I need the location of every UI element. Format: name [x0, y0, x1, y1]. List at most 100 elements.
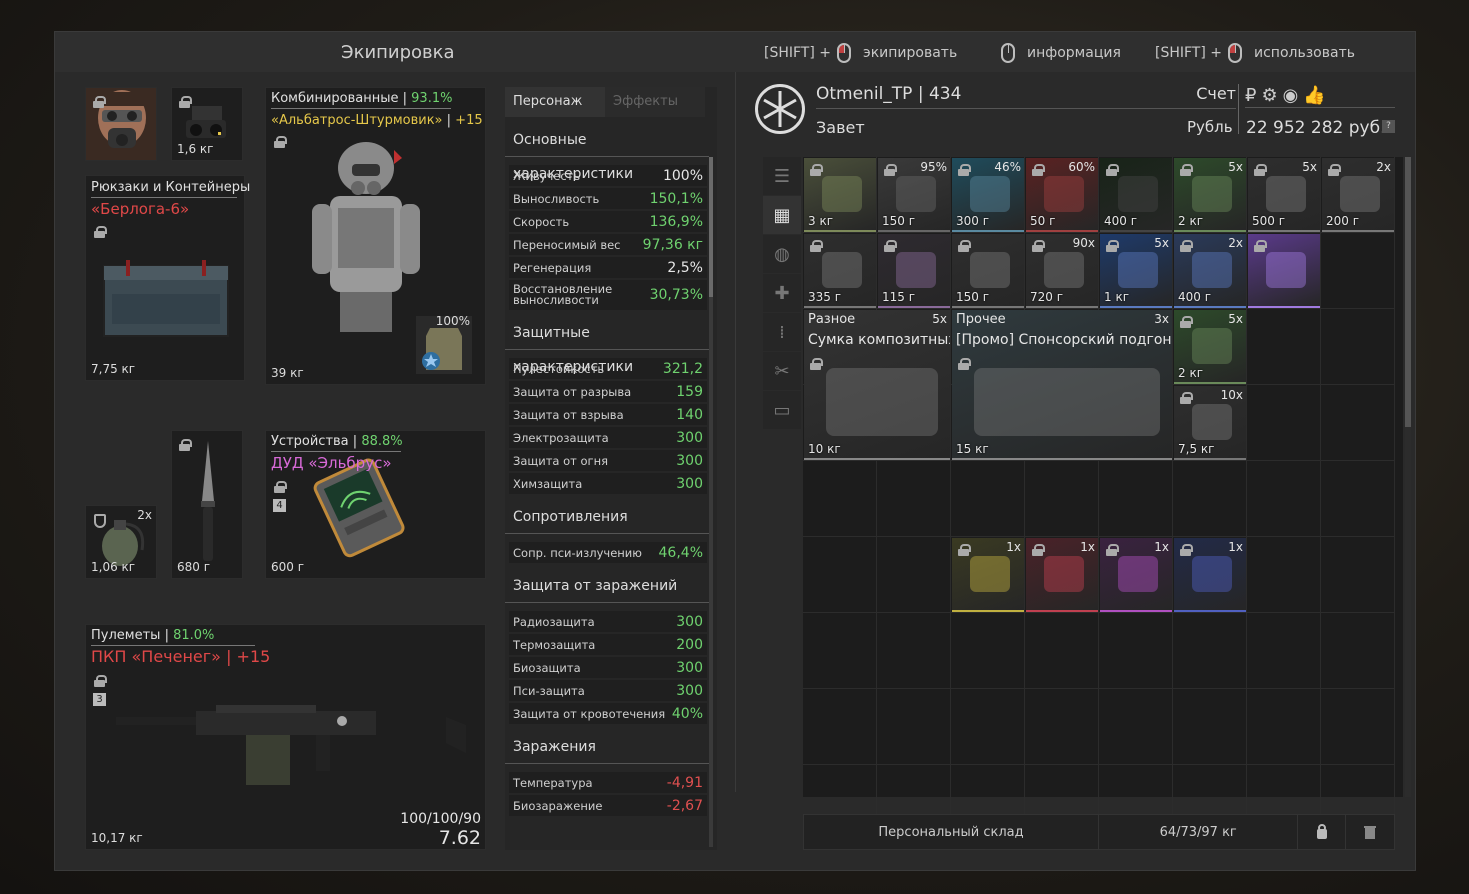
armor-slot[interactable]: Комбинированные | 93.1% «Альбатрос-Штурм…: [265, 87, 486, 385]
grid-cell[interactable]: [877, 537, 951, 613]
inventory-item[interactable]: [1248, 234, 1320, 308]
armor-plate-slot[interactable]: 100%: [416, 314, 472, 374]
grid-cell[interactable]: [951, 689, 1025, 765]
grid-cell[interactable]: [1247, 385, 1321, 461]
inventory-item[interactable]: 115 г: [878, 234, 950, 308]
grid-cell[interactable]: [1173, 461, 1247, 537]
helmet-slot[interactable]: [85, 87, 157, 161]
grid-cell[interactable]: [1247, 537, 1321, 613]
inventory-item[interactable]: 2x 200 г: [1322, 158, 1394, 232]
grid-cell[interactable]: [1321, 613, 1395, 689]
device-slot[interactable]: Устройства | 88.8% ДУД «Эльбрус» 4 600 г: [265, 430, 486, 579]
inventory-item[interactable]: 1x: [1174, 538, 1246, 612]
inventory-item[interactable]: 335 г: [804, 234, 876, 308]
inventory-item[interactable]: 1x: [1100, 538, 1172, 612]
hint-use: [SHIFT] + использовать: [1155, 43, 1355, 63]
tools-icon[interactable]: ✂: [763, 352, 801, 390]
medkit-icon[interactable]: ✚: [763, 274, 801, 312]
inventory-item[interactable]: 90x 720 г: [1026, 234, 1098, 308]
grid-cell[interactable]: [1173, 689, 1247, 765]
weapon-slot[interactable]: Пулеметы | 81.0% ПКП «Печенег» | +15 3 1…: [85, 624, 486, 850]
artifact-icon[interactable]: ◍: [763, 235, 801, 273]
stat-label: Радиозащита: [513, 614, 595, 629]
stat-value: 97,36 кг: [642, 236, 703, 253]
grid-cell[interactable]: [1247, 613, 1321, 689]
tab-effects[interactable]: Эффекты: [605, 87, 705, 117]
inventory-item[interactable]: 400 г: [1100, 158, 1172, 232]
inventory-item[interactable]: 5x 500 г: [1248, 158, 1320, 232]
sort-icon[interactable]: ☰: [763, 157, 801, 195]
coin-icon[interactable]: ◉: [1283, 85, 1299, 106]
grid-cell[interactable]: [1099, 613, 1173, 689]
lock-icon: [1032, 164, 1045, 176]
stat-label: Биозаражение: [513, 798, 603, 813]
grid-cell[interactable]: [803, 461, 877, 537]
inventory-item[interactable]: Разное Сумка композитных 5x 10 кг: [804, 310, 950, 460]
grid-cell[interactable]: [951, 461, 1025, 537]
inventory-scrollbar[interactable]: [1405, 157, 1411, 797]
inventory-item[interactable]: 5x 2 кг: [1174, 158, 1246, 232]
grid-cell[interactable]: [1099, 461, 1173, 537]
grid-cell[interactable]: [951, 613, 1025, 689]
personal-storage-button[interactable]: Персональный склад: [804, 815, 1099, 849]
grid-cell[interactable]: [1099, 689, 1173, 765]
grid-cell[interactable]: [1321, 461, 1395, 537]
lock-icon: [884, 164, 897, 176]
inventory-item[interactable]: 2x 400 г: [1174, 234, 1246, 308]
ammo-icon[interactable]: ⁞: [763, 313, 801, 351]
grid-cell[interactable]: [1173, 613, 1247, 689]
inventory-item[interactable]: 5x 1 кг: [1100, 234, 1172, 308]
lock-icon: [1106, 544, 1119, 556]
grid-cell[interactable]: [803, 537, 877, 613]
inventory-item[interactable]: 46% 300 г: [952, 158, 1024, 232]
inventory-item[interactable]: 1x: [952, 538, 1024, 612]
inventory-item[interactable]: 5x 2 кг: [1174, 310, 1246, 384]
inventory-item[interactable]: 150 г: [952, 234, 1024, 308]
grid-all-icon[interactable]: ▦: [763, 196, 801, 234]
grid-cell[interactable]: [1321, 537, 1395, 613]
grid-cell[interactable]: [1247, 309, 1321, 385]
grid-cell[interactable]: [877, 613, 951, 689]
stat-value: 300: [676, 682, 703, 699]
inventory-item[interactable]: Прочее [Промо] Спонсорский подгон 3x 15 кг: [952, 310, 1172, 460]
grid-cell[interactable]: [1247, 689, 1321, 765]
mouse-left-icon: [837, 43, 852, 63]
trash-icon[interactable]: [1346, 815, 1394, 849]
inventory-item[interactable]: 60% 50 г: [1026, 158, 1098, 232]
inventory-item[interactable]: 1x: [1026, 538, 1098, 612]
inventory-item[interactable]: 10x 7,5 кг: [1174, 386, 1246, 460]
hint-shift: [SHIFT] +: [764, 45, 832, 61]
armor-header: Комбинированные | 93.1%: [271, 91, 452, 109]
item-count: 2x: [1376, 160, 1391, 174]
tab-character[interactable]: Персонаж: [505, 87, 605, 117]
grid-cell[interactable]: [1321, 385, 1395, 461]
grenade-slot[interactable]: 2x 1,06 кг: [85, 505, 157, 579]
inventory-item[interactable]: 95% 150 г: [878, 158, 950, 232]
nightvision-slot[interactable]: 1,6 кг: [171, 87, 243, 161]
item-weight: 400 г: [1104, 214, 1138, 228]
gear-icon[interactable]: ⚙: [1261, 85, 1277, 106]
grid-cell[interactable]: [803, 613, 877, 689]
help-button[interactable]: ?: [1382, 120, 1395, 133]
grid-cell[interactable]: [877, 461, 951, 537]
knife-slot[interactable]: 680 г: [171, 430, 243, 579]
thumb-up-icon[interactable]: 👍: [1303, 85, 1325, 106]
stats-scrollbar[interactable]: [709, 157, 713, 847]
item-image-icon: [970, 176, 1010, 212]
grid-cell[interactable]: [1025, 461, 1099, 537]
container-icon[interactable]: ▭: [763, 391, 801, 429]
lock-icon: [1032, 240, 1045, 252]
grid-cell[interactable]: [1321, 233, 1395, 309]
grid-cell[interactable]: [1247, 461, 1321, 537]
grid-cell[interactable]: [803, 689, 877, 765]
ruble-icon[interactable]: ₽: [1245, 85, 1256, 106]
inventory-item[interactable]: 3 кг: [804, 158, 876, 232]
grid-cell[interactable]: [1321, 689, 1395, 765]
grid-cell[interactable]: [1025, 689, 1099, 765]
item-weight: 150 г: [956, 290, 990, 304]
backpack-slot[interactable]: Рюкзаки и Контейнеры «Берлога-6» 7,75 кг: [85, 175, 250, 381]
grid-cell[interactable]: [1025, 613, 1099, 689]
grid-cell[interactable]: [877, 689, 951, 765]
grid-cell[interactable]: [1321, 309, 1395, 385]
item-weight: 10 кг: [808, 442, 841, 456]
